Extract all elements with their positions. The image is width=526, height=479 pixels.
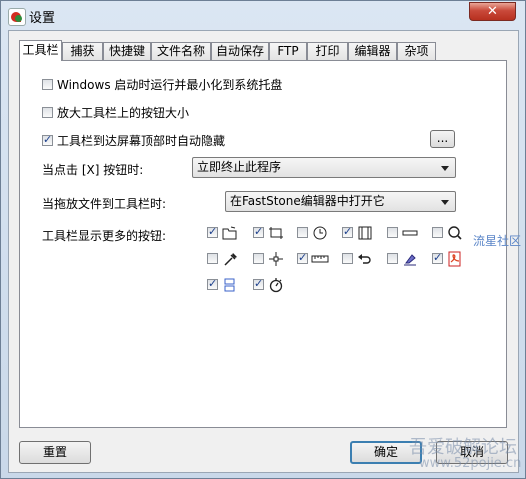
film-strip-icon — [358, 226, 372, 240]
video-checkbox[interactable] — [342, 225, 353, 238]
extra-button-magnify[interactable] — [432, 225, 472, 241]
delay-checkbox[interactable] — [297, 227, 308, 238]
watermark-url: www.52pojie.cn — [419, 456, 522, 471]
crosshair-checkbox[interactable] — [253, 253, 264, 264]
extra-button-timer[interactable] — [253, 277, 293, 293]
app-icon — [8, 8, 26, 26]
toolbar-settings-panel: Windows 启动时运行并最小化到系统托盘 放大工具栏上的按钮大小 工具栏到达… — [19, 60, 507, 428]
extra-button-compare[interactable] — [207, 277, 247, 293]
reset-button[interactable]: 重置 — [19, 441, 91, 464]
tab-filename[interactable]: 文件名称 — [151, 42, 211, 60]
chevron-down-icon — [441, 200, 449, 205]
watermark-side: 流星社区 — [473, 234, 522, 248]
undo-checkbox[interactable] — [342, 253, 353, 264]
crop-checkbox[interactable] — [253, 225, 264, 238]
ruler-icon — [311, 255, 329, 263]
tab-toolbar[interactable]: 工具栏 — [19, 40, 62, 61]
settings-window: 设置 ✕ 工具栏 捕获 快捷键 文件名称 自动保存 FTP 打印 编辑器 杂项 … — [0, 0, 526, 479]
enlarge-buttons-option[interactable]: 放大工具栏上的按钮大小 — [42, 104, 189, 121]
magnify-checkbox[interactable] — [432, 227, 443, 238]
extra-button-video[interactable] — [342, 225, 382, 241]
ruler-checkbox[interactable] — [297, 251, 308, 264]
timer-icon — [269, 278, 283, 293]
extra-button-crop[interactable] — [253, 225, 293, 241]
auto-hide-label: 工具栏到达屏幕顶部时自动隐藏 — [57, 134, 226, 148]
open-folder-icon — [222, 226, 237, 240]
drop-action-value: 在FastStone编辑器中打开它 — [230, 194, 385, 208]
crop-rect-icon — [269, 227, 283, 239]
tab-print[interactable]: 打印 — [307, 42, 348, 60]
more-options-button[interactable]: ... — [430, 130, 455, 148]
extra-button-highlight[interactable] — [387, 251, 427, 267]
colorpicker-checkbox[interactable] — [207, 253, 218, 264]
extra-button-undo[interactable] — [342, 251, 382, 267]
extra-button-ruler[interactable] — [297, 251, 337, 267]
tab-autosave[interactable]: 自动保存 — [211, 42, 269, 60]
enlarge-buttons-label: 放大工具栏上的按钮大小 — [57, 106, 190, 120]
extra-button-open[interactable] — [207, 225, 247, 241]
clock-icon — [313, 226, 327, 240]
pdf-icon — [448, 251, 461, 267]
color-picker-icon — [224, 253, 237, 266]
open-checkbox[interactable] — [207, 225, 218, 238]
timer-checkbox[interactable] — [253, 277, 264, 290]
tab-misc[interactable]: 杂项 — [397, 42, 436, 60]
close-action-value: 立即终止此程序 — [197, 160, 282, 174]
compare-checkbox[interactable] — [207, 277, 218, 290]
highlighter-icon — [404, 254, 416, 266]
auto-hide-checkbox[interactable] — [42, 133, 53, 146]
drop-action-label: 当拖放文件到工具栏时: — [42, 197, 167, 211]
extra-button-bar[interactable] — [387, 225, 427, 241]
highlight-checkbox[interactable] — [387, 253, 398, 264]
close-button[interactable]: ✕ — [469, 2, 516, 21]
win-startup-checkbox[interactable] — [42, 79, 53, 90]
win-startup-option[interactable]: Windows 启动时运行并最小化到系统托盘 — [42, 76, 282, 93]
extra-buttons-label: 工具栏显示更多的按钮: — [42, 229, 167, 243]
dialog-body: 工具栏 捕获 快捷键 文件名称 自动保存 FTP 打印 编辑器 杂项 Windo… — [8, 30, 519, 473]
undo-arrow-icon — [358, 254, 371, 264]
win-startup-label: Windows 启动时运行并最小化到系统托盘 — [57, 78, 283, 92]
tab-hotkeys[interactable]: 快捷键 — [103, 42, 151, 60]
close-action-label: 当点击 [X] 按钮时: — [42, 163, 144, 177]
screen-compare-icon — [224, 278, 235, 292]
extra-button-delay[interactable] — [297, 225, 337, 241]
tab-editor[interactable]: 编辑器 — [348, 42, 397, 60]
tab-ftp[interactable]: FTP — [269, 42, 307, 60]
enlarge-buttons-checkbox[interactable] — [42, 107, 53, 118]
bar-rect-icon — [402, 230, 418, 236]
bar-checkbox[interactable] — [387, 227, 398, 238]
window-title: 设置 — [29, 11, 56, 26]
extra-button-pdf[interactable] — [432, 251, 472, 267]
drop-action-select[interactable]: 在FastStone编辑器中打开它 — [225, 191, 456, 212]
close-action-select[interactable]: 立即终止此程序 — [192, 157, 456, 178]
title-bar[interactable]: 设置 ✕ — [1, 1, 525, 29]
extra-button-colorpicker[interactable] — [207, 251, 247, 267]
extra-button-crosshair[interactable] — [253, 251, 293, 267]
auto-hide-option[interactable]: 工具栏到达屏幕顶部时自动隐藏 — [42, 132, 225, 149]
pdf-checkbox[interactable] — [432, 251, 443, 264]
chevron-down-icon — [441, 166, 449, 171]
tab-capture[interactable]: 捕获 — [62, 42, 103, 60]
magnifier-icon — [448, 226, 462, 240]
crosshair-icon — [269, 252, 283, 266]
